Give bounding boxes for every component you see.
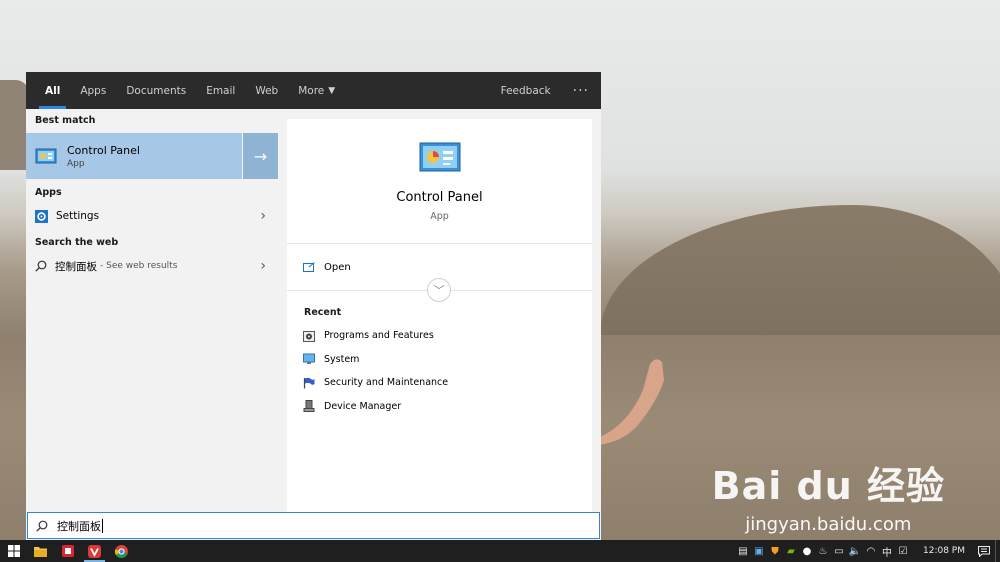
system-monitor-icon <box>303 353 315 365</box>
tab-apps[interactable]: Apps <box>70 72 116 109</box>
taskbar-vivaldi[interactable] <box>81 540 108 562</box>
tray-check-icon[interactable]: ☑ <box>895 540 911 562</box>
web-section-label: Search the web <box>35 236 119 248</box>
ellipsis-icon: ··· <box>572 82 589 99</box>
search-panel: All Apps Documents Email Web More ▼ Feedb… <box>26 72 601 540</box>
preview-title: Control Panel <box>396 190 483 205</box>
chrome-icon <box>115 544 128 558</box>
tray-volume-icon[interactable]: 🔈 <box>847 540 863 562</box>
taskbar-red-app[interactable] <box>54 540 81 562</box>
search-input[interactable]: 控制面板 <box>27 512 600 539</box>
tab-email[interactable]: Email <box>196 72 245 109</box>
more-options-button[interactable]: ··· <box>561 72 601 109</box>
tray-shield-icon[interactable]: ⛊ <box>767 540 783 562</box>
recent-item-system[interactable]: System <box>303 348 592 372</box>
results-list: Best match Control Panel App → Apps Sett… <box>26 109 278 540</box>
best-match-label: Best match <box>35 114 96 126</box>
best-match-main[interactable]: Control Panel App <box>26 133 242 179</box>
best-match-subtitle: App <box>67 158 85 169</box>
search-icon <box>36 520 48 532</box>
tab-email-label: Email <box>206 84 236 97</box>
notification-center-icon[interactable] <box>973 540 995 562</box>
text-cursor <box>102 518 103 533</box>
tray-wifi-icon[interactable]: ◠ <box>863 540 879 562</box>
open-preview-arrow-button[interactable]: → <box>243 133 278 179</box>
tab-all[interactable]: All <box>35 72 70 109</box>
tab-web-label: Web <box>255 84 279 97</box>
best-match-title: Control Panel <box>67 143 140 157</box>
system-tray: ▤ ▣ ⛊ ▰ ● ♨ ▭ 🔈 ◠ 中 ☑ 12:08 PM <box>735 540 1000 562</box>
security-flag-icon <box>303 377 315 389</box>
tray-network-icon[interactable]: ♨ <box>815 540 831 562</box>
red-app-icon <box>61 545 74 557</box>
caret-down-icon: ▼ <box>328 85 336 96</box>
control-panel-icon <box>35 148 57 164</box>
preview-subtitle: App <box>430 211 449 222</box>
search-tabs-bar: All Apps Documents Email Web More ▼ Feedb… <box>26 72 601 109</box>
tray-qq-icon[interactable]: ● <box>799 540 815 562</box>
open-window-icon <box>303 262 315 272</box>
tray-battery-icon[interactable]: ▭ <box>831 540 847 562</box>
recent-list: Programs and Features System Security an… <box>287 318 592 418</box>
recent-item-label: System <box>324 353 360 365</box>
expand-button[interactable]: ﹀ <box>427 278 451 302</box>
arrow-right-icon: → <box>253 146 268 166</box>
recent-item-label: Programs and Features <box>324 330 434 342</box>
search-input-value: 控制面板 <box>57 519 101 533</box>
windows-start-icon <box>7 545 20 557</box>
chevron-down-icon: ﹀ <box>433 284 445 297</box>
preview-pane: Control Panel App Open ﹀ Recent Programs… <box>287 119 592 512</box>
preview-header: Control Panel App <box>287 119 592 244</box>
tab-more[interactable]: More ▼ <box>288 72 345 109</box>
tray-monitor-icon[interactable]: ▣ <box>751 540 767 562</box>
result-settings[interactable]: Settings › <box>26 204 278 228</box>
file-explorer-icon <box>34 546 47 557</box>
chevron-right-icon: › <box>260 258 266 274</box>
recent-item-programs[interactable]: Programs and Features <box>303 324 592 348</box>
recent-item-security[interactable]: Security and Maintenance <box>303 371 592 395</box>
device-manager-icon <box>303 400 315 413</box>
feedback-button[interactable]: Feedback <box>491 72 561 109</box>
tab-more-label: More <box>298 84 325 97</box>
tab-documents[interactable]: Documents <box>116 72 196 109</box>
tab-web[interactable]: Web <box>245 72 288 109</box>
control-panel-large-icon <box>419 142 460 172</box>
feedback-label: Feedback <box>500 84 551 97</box>
open-label: Open <box>324 261 351 273</box>
chevron-right-icon: › <box>260 208 266 224</box>
tray-ime-indicator[interactable]: 中 <box>879 540 895 562</box>
taskbar-chrome[interactable] <box>108 540 135 562</box>
recent-item-device-manager[interactable]: Device Manager <box>303 395 592 419</box>
result-web-search[interactable]: 控制面板 - See web results › <box>26 254 278 278</box>
tab-documents-label: Documents <box>126 84 187 97</box>
tray-clock[interactable]: 12:08 PM <box>911 546 973 556</box>
web-query-text: 控制面板 <box>55 260 97 273</box>
best-match-item[interactable]: Control Panel App → <box>26 133 278 179</box>
watermark-brand: Bai du 经验 <box>711 464 945 508</box>
taskbar-file-explorer[interactable] <box>27 540 54 562</box>
web-query-suffix: - See web results <box>100 261 178 271</box>
show-desktop-button[interactable] <box>995 540 1000 562</box>
settings-gear-icon <box>35 209 48 223</box>
action-center-icon <box>978 545 990 557</box>
tab-all-label: All <box>45 84 61 97</box>
tab-apps-label: Apps <box>80 84 107 97</box>
watermark-url: jingyan.baidu.com <box>745 514 912 535</box>
open-action[interactable]: Open ﹀ <box>287 244 592 302</box>
start-button[interactable] <box>0 540 27 562</box>
vivaldi-icon <box>88 544 101 558</box>
programs-features-icon <box>303 330 315 342</box>
search-icon <box>35 260 47 272</box>
recent-item-label: Security and Maintenance <box>324 377 449 389</box>
recent-item-label: Device Manager <box>324 400 402 412</box>
tray-nvidia-icon[interactable]: ▰ <box>783 540 799 562</box>
wallpaper-arm <box>598 359 664 445</box>
tray-keyboard-icon[interactable]: ▤ <box>735 540 751 562</box>
baidu-watermark: Bai du 经验 jingyan.baidu.com <box>712 455 945 535</box>
apps-section-label: Apps <box>35 186 62 198</box>
taskbar: ▤ ▣ ⛊ ▰ ● ♨ ▭ 🔈 ◠ 中 ☑ 12:08 PM <box>0 540 1000 562</box>
result-settings-label: Settings <box>56 210 100 222</box>
wallpaper-hill <box>600 205 1000 335</box>
